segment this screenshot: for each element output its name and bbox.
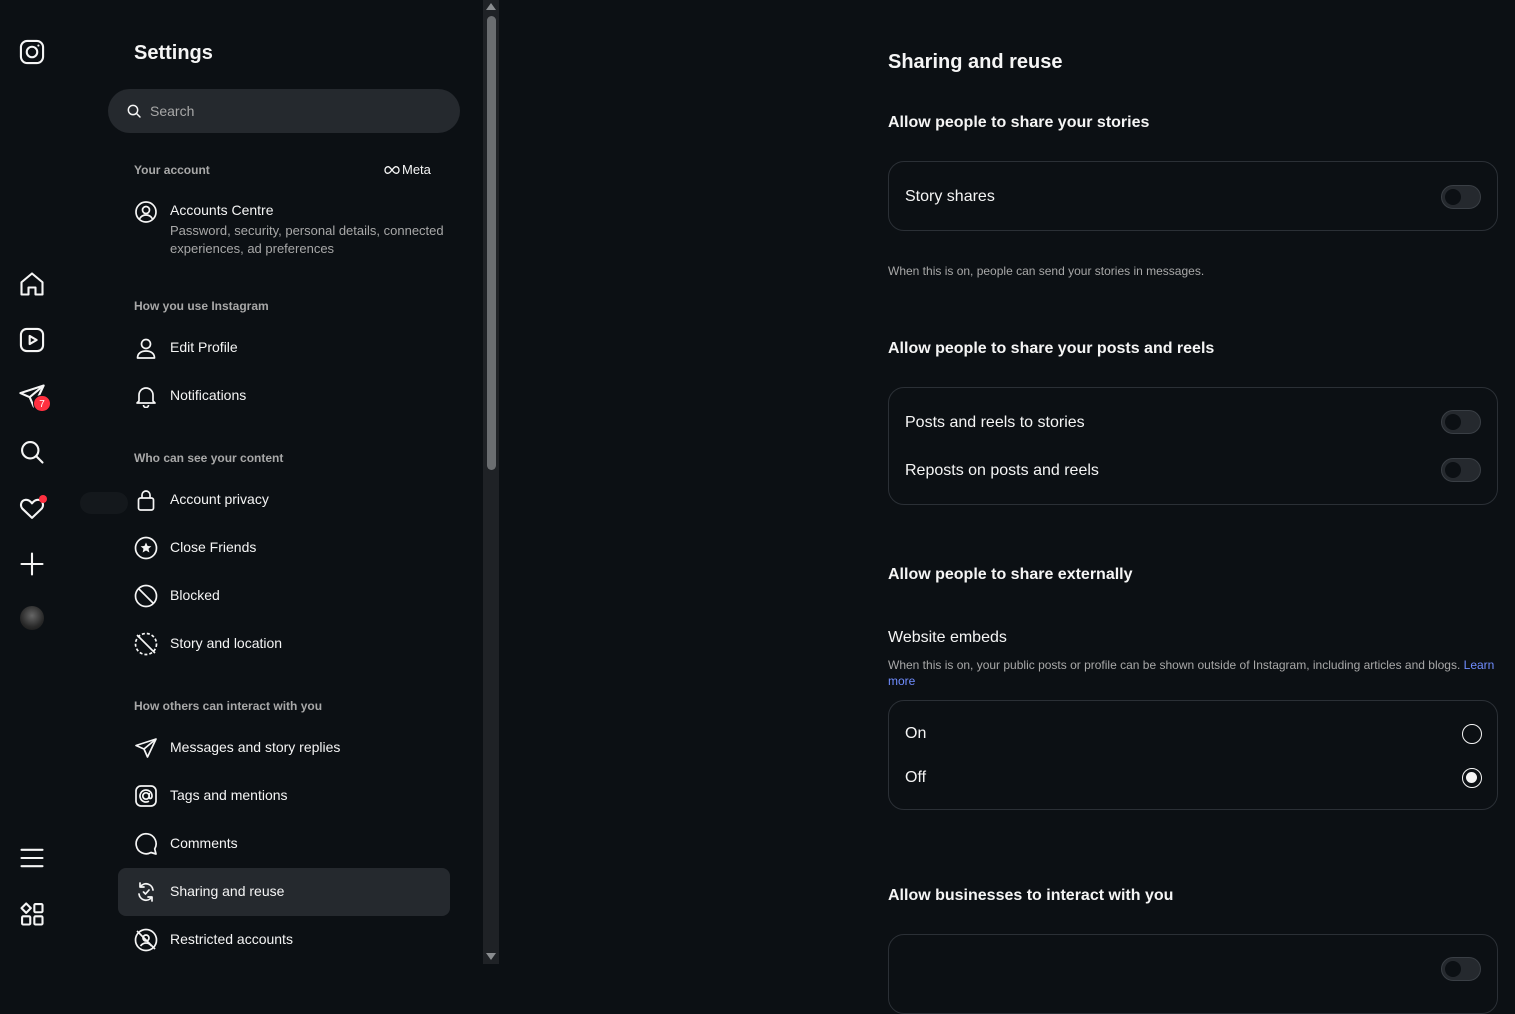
accounts-centre-title: Accounts Centre [170,202,274,218]
nav-label: Tags and mentions [170,787,288,803]
nav-label: Notifications [170,387,247,403]
reposts-label: Reposts on posts and reels [905,462,1099,479]
nav-item-comments[interactable]: Comments [118,820,450,868]
meta-infinity-icon [384,165,400,175]
meta-label: Meta [402,162,431,177]
posts-to-stories-label: Posts and reels to stories [905,414,1085,431]
nav-item-sharing-reuse[interactable]: Sharing and reuse [118,868,450,916]
nav-item-tags-mentions[interactable]: Tags and mentions [118,772,450,820]
create-icon[interactable] [18,550,46,578]
website-embeds-heading: Website embeds [888,629,1007,646]
posts-card: Posts and reels to stories Reposts on po… [888,387,1498,505]
notification-dot [39,495,47,503]
account-circle-icon [134,200,158,224]
option-on-radio[interactable] [1462,724,1482,744]
option-off-radio[interactable] [1462,768,1482,788]
section-label-how-others: How others can interact with you [134,699,323,713]
nav-item-messages-story-replies[interactable]: Messages and story replies [118,724,450,772]
meta-logo: Meta [384,162,431,177]
businesses-heading: Allow businesses to interact with you [888,887,1174,904]
search-field[interactable] [108,89,460,133]
nav-label: Blocked [170,587,220,603]
stories-card: Story shares [888,161,1498,231]
option-off-label: Off [905,769,927,786]
posts-heading: Allow people to share your posts and ree… [888,340,1215,357]
nav-label: Sharing and reuse [170,883,285,899]
send-icon [134,736,158,760]
star-circle-icon [134,536,158,560]
lock-icon [134,488,158,512]
nav-item-close-friends[interactable]: Close Friends [118,524,450,572]
story-location-off-icon [134,632,158,656]
scrollbar-thumb[interactable] [487,16,496,470]
settings-title: Settings [134,42,213,64]
embeds-options-card: On Off [888,700,1498,810]
messages-badge: 7 [33,395,51,412]
scroll-down-arrow-icon[interactable] [486,953,496,960]
stories-heading: Allow people to share your stories [888,114,1150,131]
search-icon[interactable] [18,438,46,466]
block-icon [134,584,158,608]
section-label-who-can-see: Who can see your content [134,451,284,465]
reels-icon[interactable] [18,326,46,354]
home-icon[interactable] [18,270,46,298]
nav-item-story-and-location[interactable]: Story and location [118,620,450,668]
repost-icon [134,880,158,904]
search-icon [126,103,142,119]
option-on-label: On [905,725,927,742]
posts-to-stories-toggle[interactable] [1441,410,1481,434]
nav-item-restricted-accounts[interactable]: Restricted accounts [118,916,450,964]
scroll-up-arrow-icon[interactable] [486,3,496,10]
nav-item-notifications[interactable]: Notifications [118,372,450,420]
embed-help-text: When this is on, your public posts or pr… [888,658,1461,672]
section-label-your-account: Your account [134,163,210,177]
section-label-how-you-use: How you use Instagram [134,299,269,313]
nav-label: Story and location [170,635,283,651]
person-icon [134,336,158,360]
more-apps-icon[interactable] [18,900,46,928]
restricted-icon [134,928,158,952]
story-shares-label: Story shares [905,188,995,205]
page-title: Sharing and reuse [888,51,1063,73]
nav-label: Comments [170,835,238,851]
accounts-centre-subtitle: Password, security, personal details, co… [170,223,444,256]
nav-label: Restricted accounts [170,931,293,947]
businesses-card [888,934,1498,1014]
website-embeds-help: When this is on, your public posts or pr… [888,657,1500,689]
search-input[interactable] [150,89,450,133]
left-nav-rail: 7 [0,0,64,964]
nav-label: Account privacy [170,491,269,507]
nav-item-edit-profile[interactable]: Edit Profile [118,324,450,372]
avatar[interactable] [20,606,44,630]
bell-icon [134,384,158,408]
stories-help-text: When this is on, people can send your st… [888,264,1205,278]
nav-label: Messages and story replies [170,739,341,755]
nav-item-account-privacy[interactable]: Account privacy [118,476,450,524]
nav-label: Edit Profile [170,339,238,355]
nav-label: Close Friends [170,539,257,555]
story-shares-toggle[interactable] [1441,185,1481,209]
nav-item-blocked[interactable]: Blocked [118,572,450,620]
external-heading: Allow people to share externally [888,566,1133,583]
comment-icon [134,832,158,856]
menu-icon[interactable] [18,844,46,872]
at-sign-icon [134,784,158,808]
businesses-toggle[interactable] [1441,957,1481,981]
reposts-toggle[interactable] [1441,458,1481,482]
instagram-logo-icon[interactable] [18,38,46,66]
